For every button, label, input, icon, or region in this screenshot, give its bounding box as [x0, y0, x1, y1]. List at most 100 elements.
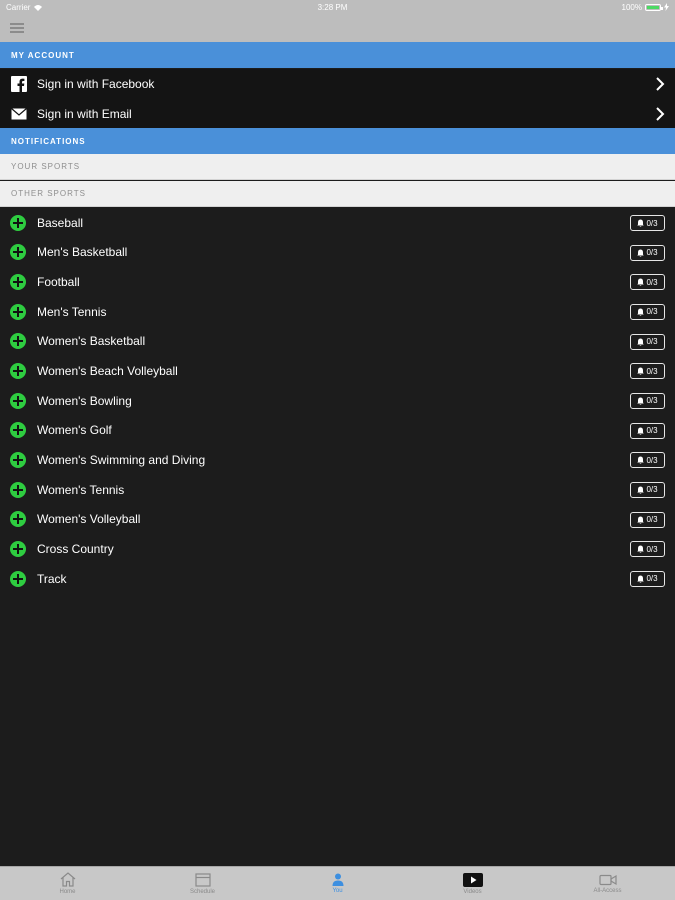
notification-count-button[interactable]: 0/3 — [630, 363, 665, 380]
your-sports-header: YOUR SPORTS — [0, 154, 675, 180]
menu-icon[interactable] — [10, 23, 24, 33]
notification-count: 0/3 — [646, 426, 658, 436]
sport-row[interactable]: Men's Basketball 0/3 — [0, 238, 675, 268]
notification-count-button[interactable]: 0/3 — [630, 274, 665, 291]
other-sports-title: OTHER SPORTS — [11, 189, 86, 198]
other-sports-header: OTHER SPORTS — [0, 181, 675, 207]
tab-home-label: Home — [59, 889, 76, 895]
notification-count: 0/3 — [646, 485, 658, 495]
battery-icon — [645, 3, 663, 11]
notification-count: 0/3 — [646, 277, 658, 287]
sport-row[interactable]: Women's Volleyball 0/3 — [0, 505, 675, 535]
sport-row[interactable]: Women's Swimming and Diving 0/3 — [0, 445, 675, 475]
notification-count-button[interactable]: 0/3 — [630, 303, 665, 320]
status-right: 100% — [622, 3, 669, 12]
carrier-label: Carrier — [6, 2, 31, 12]
your-sports-title: YOUR SPORTS — [11, 162, 81, 171]
notification-count: 0/3 — [646, 396, 658, 406]
notification-count: 0/3 — [646, 455, 658, 465]
sport-name: Women's Beach Volleyball — [37, 364, 178, 379]
play-icon — [462, 872, 483, 887]
add-circle-icon[interactable] — [10, 333, 26, 350]
notification-count-button[interactable]: 0/3 — [630, 392, 665, 409]
chevron-right-icon — [656, 77, 665, 91]
notification-count: 0/3 — [646, 218, 658, 228]
add-circle-icon[interactable] — [10, 303, 26, 320]
sign-in-email-label: Sign in with Email — [37, 107, 132, 121]
tab-all-access-label: All-Access — [593, 887, 622, 894]
add-circle-icon[interactable] — [10, 570, 26, 587]
status-bar: Carrier 3:28 PM 100% — [0, 0, 675, 14]
notification-count-button[interactable]: 0/3 — [630, 541, 665, 558]
sport-name: Football — [37, 275, 80, 290]
add-circle-icon[interactable] — [10, 274, 26, 291]
notification-count-button[interactable]: 0/3 — [630, 422, 665, 439]
sport-row[interactable]: Women's Golf 0/3 — [0, 416, 675, 446]
tab-you-label: You — [332, 888, 343, 894]
sport-name: Men's Tennis — [37, 304, 107, 319]
bell-icon — [637, 367, 645, 375]
add-circle-icon[interactable] — [10, 244, 26, 261]
tab-all-access[interactable]: All-Access — [540, 867, 675, 900]
notification-count-button[interactable]: 0/3 — [630, 244, 665, 261]
sport-name: Cross Country — [37, 542, 114, 557]
status-left: Carrier — [6, 3, 43, 12]
sport-name: Men's Basketball — [37, 245, 128, 260]
battery-percent: 100% — [621, 2, 642, 12]
bell-icon — [637, 427, 645, 435]
sport-row[interactable]: Women's Beach Volleyball 0/3 — [0, 356, 675, 386]
calendar-icon — [194, 873, 211, 887]
add-circle-icon[interactable] — [10, 392, 26, 409]
notification-count: 0/3 — [646, 574, 658, 584]
nav-bar — [0, 14, 675, 42]
sign-in-facebook-row[interactable]: Sign in with Facebook — [0, 69, 675, 99]
bell-icon — [637, 308, 645, 316]
clock-label: 3:28 PM — [317, 2, 348, 12]
notification-count-button[interactable]: 0/3 — [630, 452, 665, 469]
sport-row[interactable]: Women's Basketball 0/3 — [0, 327, 675, 357]
sport-name: Women's Volleyball — [37, 512, 141, 527]
notification-count-button[interactable]: 0/3 — [630, 215, 665, 231]
tab-schedule[interactable]: Schedule — [135, 867, 270, 900]
sport-row[interactable]: Women's Tennis 0/3 — [0, 475, 675, 505]
sport-name: Women's Tennis — [37, 482, 125, 497]
bell-icon — [637, 278, 645, 286]
sport-row[interactable]: Men's Tennis 0/3 — [0, 297, 675, 327]
tab-videos[interactable]: Videos — [405, 867, 540, 900]
facebook-icon — [11, 76, 27, 92]
sport-row[interactable]: Football 0/3 — [0, 267, 675, 297]
bell-icon — [637, 545, 645, 553]
sport-row[interactable]: Women's Bowling 0/3 — [0, 386, 675, 416]
notification-count-button[interactable]: 0/3 — [630, 333, 665, 350]
bell-icon — [637, 249, 645, 257]
bell-icon — [637, 575, 645, 583]
notification-count-button[interactable]: 0/3 — [630, 481, 665, 498]
add-circle-icon[interactable] — [10, 452, 26, 469]
sport-name: Women's Swimming and Diving — [37, 453, 206, 468]
sport-row[interactable]: Cross Country 0/3 — [0, 534, 675, 564]
sport-name: Women's Golf — [37, 423, 112, 438]
tab-videos-label: Videos — [463, 888, 482, 895]
sign-in-facebook-label: Sign in with Facebook — [37, 77, 155, 91]
add-circle-icon[interactable] — [10, 541, 26, 558]
charging-icon — [664, 3, 669, 11]
tab-bar: Home Schedule You Videos All-Access — [0, 866, 675, 900]
notification-count: 0/3 — [646, 515, 658, 525]
add-circle-icon[interactable] — [10, 481, 26, 498]
my-account-title: MY ACCOUNT — [11, 50, 75, 60]
notification-count-button[interactable]: 0/3 — [630, 511, 665, 528]
sport-row[interactable]: Baseball 0/3 — [0, 208, 675, 238]
tab-you[interactable]: You — [270, 867, 405, 900]
wifi-icon — [34, 4, 43, 11]
sport-row[interactable]: Track 0/3 — [0, 564, 675, 594]
tab-home[interactable]: Home — [0, 867, 135, 900]
add-circle-icon[interactable] — [10, 363, 26, 380]
add-circle-icon[interactable] — [10, 214, 26, 231]
notification-count-button[interactable]: 0/3 — [630, 570, 665, 587]
add-circle-icon[interactable] — [10, 511, 26, 528]
notifications-title: NOTIFICATIONS — [11, 136, 86, 146]
home-icon — [60, 872, 75, 887]
sign-in-email-row[interactable]: Sign in with Email — [0, 99, 675, 129]
bell-icon — [637, 338, 645, 346]
add-circle-icon[interactable] — [10, 422, 26, 439]
